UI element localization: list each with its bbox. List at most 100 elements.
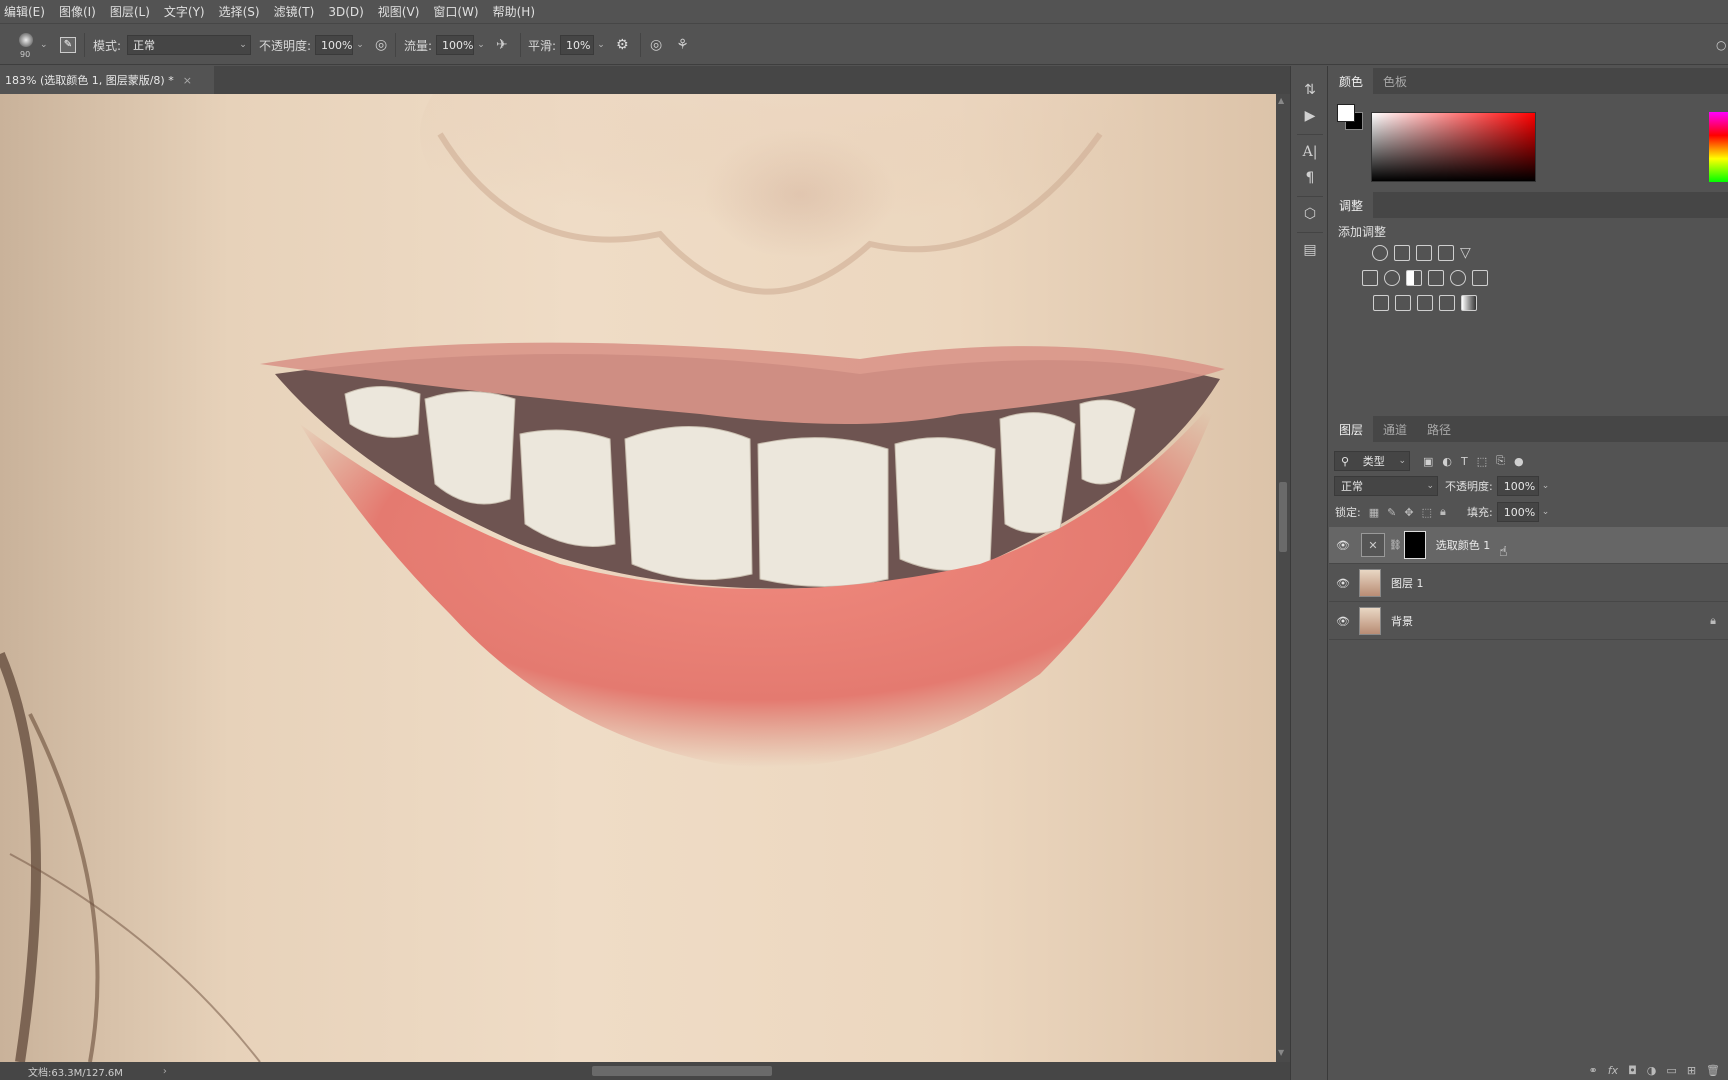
vertical-scrollbar[interactable]: ▲ ▼ [1276, 94, 1290, 1062]
color-balance-icon[interactable] [1384, 270, 1400, 286]
foreground-color[interactable] [1337, 104, 1355, 122]
eye-icon[interactable]: 👁︎ [1329, 615, 1357, 628]
selective-color-icon[interactable] [1439, 295, 1455, 311]
layer-filter-select[interactable]: ⚲ 类型 ⌄ [1334, 451, 1410, 471]
chevron-down-icon[interactable]: ⌄ [1542, 481, 1550, 491]
filter-smart-object-icon[interactable]: ⎘ [1496, 454, 1505, 468]
chain-link-icon[interactable]: ⛓ [1389, 540, 1402, 551]
add-mask-icon[interactable]: ◘ [1628, 1064, 1637, 1077]
filter-shape-icon[interactable]: ⬚ [1477, 455, 1487, 468]
tab-layers[interactable]: 图层 [1329, 416, 1374, 442]
character-icon[interactable]: A| [1300, 142, 1320, 162]
lock-transparent-icon[interactable]: ▦ [1369, 506, 1379, 519]
new-adjustment-icon[interactable]: ◑ [1647, 1064, 1657, 1077]
menu-filter[interactable]: 滤镜(T) [274, 3, 315, 20]
invert-icon[interactable] [1373, 295, 1389, 311]
layer-row-layer-1[interactable]: 👁︎ 图层 1 [1329, 565, 1728, 602]
flow-input[interactable]: 100% [436, 35, 475, 55]
3d-cube-icon[interactable]: ⬡ [1300, 204, 1320, 224]
menu-view[interactable]: 视图(V) [378, 3, 420, 20]
menu-layer[interactable]: 图层(L) [110, 3, 150, 20]
layer-opacity-input[interactable]: 100% [1496, 476, 1539, 496]
gear-icon[interactable]: ⚙ [616, 37, 629, 53]
menu-help[interactable]: 帮助(H) [493, 3, 535, 20]
smoothing-dropdown[interactable]: ⌄ [594, 35, 608, 55]
brush-preset-picker[interactable]: 90 ⌄ [14, 25, 48, 65]
threshold-icon[interactable] [1417, 295, 1433, 311]
lock-position-icon[interactable]: ✥ [1404, 506, 1413, 519]
menu-window[interactable]: 窗口(W) [433, 3, 478, 20]
opacity-dropdown[interactable]: ⌄ [353, 35, 367, 55]
lock-label: 锁定: [1335, 506, 1361, 519]
vertical-scroll-thumb[interactable] [1279, 482, 1287, 552]
document-tab[interactable]: 183% (选取颜色 1, 图层蒙版/8) * × [0, 66, 214, 94]
smoothing-input[interactable]: 10% [560, 35, 595, 55]
lock-all-icon[interactable]: 🔒︎ [1440, 505, 1446, 519]
hue-saturation-icon[interactable] [1362, 270, 1378, 286]
menu-select[interactable]: 选择(S) [219, 3, 260, 20]
channel-mixer-icon[interactable] [1450, 270, 1466, 286]
posterize-icon[interactable] [1395, 295, 1411, 311]
menu-3d[interactable]: 3D(D) [328, 5, 363, 19]
eye-icon[interactable]: 👁︎ [1329, 577, 1357, 590]
tab-color[interactable]: 颜色 [1329, 68, 1374, 94]
flow-dropdown[interactable]: ⌄ [474, 35, 488, 55]
symmetry-icon[interactable]: ⚘ [676, 37, 689, 53]
tab-swatches[interactable]: 色板 [1373, 68, 1417, 94]
search-icon[interactable]: ○ [1716, 38, 1726, 52]
actions-play-icon[interactable]: ▶ [1300, 106, 1320, 126]
foreground-background-swatch[interactable] [1337, 104, 1365, 132]
new-layer-icon[interactable]: ⊞ [1687, 1064, 1696, 1077]
trash-icon[interactable]: 🗑︎ [1706, 1064, 1720, 1077]
scroll-up-icon[interactable]: ▲ [1278, 96, 1284, 105]
menu-type[interactable]: 文字(Y) [164, 3, 205, 20]
filter-toggle-icon[interactable]: ● [1514, 455, 1524, 468]
menu-edit[interactable]: 编辑(E) [4, 3, 45, 20]
history-icon[interactable]: ⇅ [1300, 80, 1320, 100]
eye-icon[interactable]: 👁︎ [1329, 539, 1357, 552]
hand-cursor-icon: ☝ [1499, 544, 1508, 560]
filter-adjustment-icon[interactable]: ◐ [1442, 455, 1452, 468]
new-group-icon[interactable]: ▭ [1666, 1064, 1676, 1077]
chevron-down-icon[interactable]: ⌄ [1542, 507, 1550, 517]
tab-channels[interactable]: 通道 [1373, 416, 1417, 442]
fx-icon[interactable]: fx [1608, 1064, 1618, 1077]
link-layers-icon[interactable]: ⚭ [1588, 1064, 1597, 1077]
menu-image[interactable]: 图像(I) [59, 3, 96, 20]
levels-icon[interactable] [1394, 245, 1410, 261]
opacity-input[interactable]: 100% [315, 35, 354, 55]
fill-input[interactable]: 100% [1496, 502, 1539, 522]
brush-settings-button[interactable]: ✎ [60, 25, 76, 65]
tab-adjustments[interactable]: 调整 [1329, 192, 1374, 218]
tab-paths[interactable]: 路径 [1417, 416, 1461, 442]
properties-icon[interactable]: ▤ [1300, 240, 1320, 260]
filter-pixel-icon[interactable]: ▣ [1423, 455, 1433, 468]
image-canvas[interactable] [0, 94, 1276, 1062]
mode-select[interactable]: 正常 ⌄ [127, 35, 252, 55]
close-icon[interactable]: × [183, 74, 192, 87]
brightness-icon[interactable] [1372, 245, 1388, 261]
vibrance-icon[interactable]: ▽ [1460, 245, 1476, 261]
layer-row-background[interactable]: 👁︎ 背景 🔒︎ [1329, 603, 1728, 640]
horizontal-scroll-thumb[interactable] [592, 1066, 772, 1076]
filter-type-icon[interactable]: T [1461, 455, 1468, 468]
layer-mask-thumbnail[interactable] [1403, 531, 1426, 559]
pressure-opacity-icon[interactable]: ◎ [375, 37, 387, 53]
hue-slider[interactable] [1709, 112, 1728, 182]
blend-mode-select[interactable]: 正常 ⌄ [1334, 476, 1438, 496]
lock-artboard-icon[interactable]: ⬚ [1422, 506, 1432, 519]
scroll-down-icon[interactable]: ▼ [1278, 1048, 1284, 1057]
lock-image-icon[interactable]: ✎ [1387, 506, 1396, 519]
layer-row-selective-color[interactable]: 👁︎ ✕ ⛓ 选取颜色 1 ☝ [1329, 527, 1728, 564]
photo-filter-icon[interactable] [1428, 270, 1444, 286]
gradient-map-icon[interactable] [1461, 295, 1477, 311]
pressure-size-icon[interactable]: ◎ [650, 37, 662, 53]
paragraph-icon[interactable]: ¶ [1300, 168, 1320, 188]
color-lookup-icon[interactable] [1472, 270, 1488, 286]
curves-icon[interactable] [1416, 245, 1432, 261]
airbrush-icon[interactable]: ✈ [496, 37, 508, 53]
color-field[interactable] [1371, 112, 1536, 182]
exposure-icon[interactable] [1438, 245, 1454, 261]
black-white-icon[interactable] [1406, 270, 1422, 286]
status-menu-arrow[interactable]: › [163, 1066, 167, 1077]
